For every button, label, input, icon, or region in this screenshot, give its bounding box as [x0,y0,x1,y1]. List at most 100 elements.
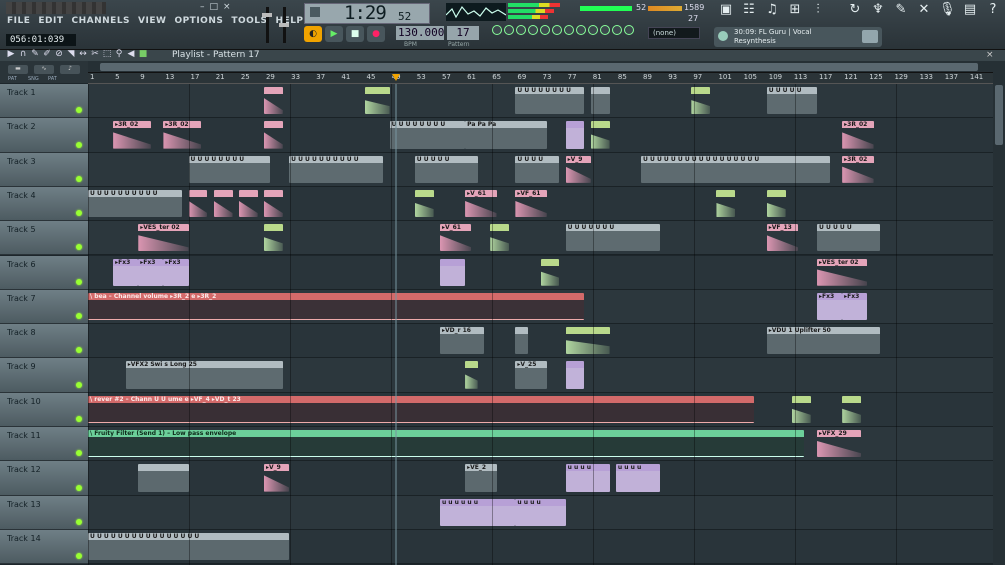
playlist-clip[interactable] [590,121,610,149]
playlist-clip[interactable]: \ Fruity Filter (Send 1) – Low pass enve… [88,430,805,458]
wait-input-icon[interactable] [504,25,514,35]
blend-notes-icon[interactable] [540,25,550,35]
menu-view[interactable]: VIEW [137,16,167,30]
playlist-clip[interactable] [716,189,736,218]
hint-screen-icon[interactable] [862,30,878,43]
metronome-icon[interactable] [492,25,502,35]
playlist-clip[interactable] [791,395,811,423]
pattern-color-icon[interactable]: ■ [138,49,148,59]
help-icon[interactable]: ? [985,2,1001,18]
track-lane[interactable]: \ bea – Channel volume ▸3R_2 e ▸3R_2 ▸Fx3… [88,289,993,325]
menu-edit[interactable]: EDIT [37,16,64,30]
playlist-clip[interactable] [490,224,510,252]
playlist-clip[interactable]: u u u u [515,498,566,526]
track-lane[interactable]: ▸VFX2 Swi s Long 25 ▸V_25 [88,358,993,393]
playlist-clip[interactable] [263,87,283,115]
track-lane[interactable]: ▸VES_ter 02 ▸V_61 U U U U U U U ▸VF_13 U U U… [88,221,993,256]
track-enable-led[interactable] [76,381,82,388]
playlist-clip[interactable] [414,189,434,218]
playlist-clip[interactable]: ▸V_9 [565,155,591,183]
zoom-icon[interactable]: ⚲ [114,49,124,59]
auto-scroll-icon[interactable] [624,25,634,35]
playlist-clip[interactable]: U U U U U U U U U U [88,189,183,218]
play-icon[interactable]: ▶ [325,26,343,42]
track-header[interactable]: Track 7 [0,289,88,325]
playlist-clip[interactable]: ▸Fx3 [842,292,868,321]
countdown-icon[interactable] [516,25,526,35]
tempo-display[interactable]: 130.000 [396,26,444,40]
track-lane[interactable]: \ Fruity Filter (Send 1) – Low pass enve… [88,427,993,462]
playlist-clip[interactable]: \ bea – Channel volume ▸3R_2 e ▸3R_2 [88,292,585,321]
track-enable-led[interactable] [76,141,82,148]
step-edit-icon[interactable] [528,25,538,35]
track-lane[interactable]: U U U U U U U U U U U U U U U U U U U U U … [88,152,993,187]
track-header[interactable]: Track 5 [0,221,88,256]
playlist-clip[interactable]: U U U U U U U U U U U U U U U U U [641,155,830,183]
playlist-clip[interactable] [766,189,786,218]
playlist-clip[interactable]: U U U U [515,155,560,183]
track-enable-led[interactable] [76,415,82,422]
playlist-clip[interactable] [565,327,610,355]
typing-keyboard-icon[interactable] [564,25,574,35]
magnet-icon[interactable]: ∩ [18,49,28,59]
track-lane[interactable]: U U U U U U U UU U U U U [88,84,993,119]
playlist-clip[interactable]: ▸VE_2 [465,464,497,492]
playlist-clip[interactable]: ▸V_61 [439,224,472,252]
playlist-clip[interactable]: ▸VF_61 [515,189,547,218]
playlist-clip[interactable]: ▸Fx3 [138,258,164,286]
playlist-clip[interactable]: ▸VDU 1 Uplifter 50 [766,327,880,355]
playlist-clip[interactable]: ▸VFX_29 [817,430,861,458]
playlist-clip[interactable]: U U U U U U U U [389,121,466,149]
playlist-clip[interactable] [213,189,233,218]
microphone-icon[interactable]: 🎙 [939,2,956,18]
track-lane[interactable]: ▸VD_r 16 ▸VDU 1 Uplifter 50 [88,324,993,359]
playlist-step-button[interactable]: ♪ [60,65,80,74]
playlist-clip[interactable] [188,189,208,218]
playlist-clip[interactable]: u u u u [565,464,610,492]
playlist-clip[interactable] [515,327,528,355]
slip-icon[interactable]: ↔ [78,49,88,59]
playlist-clip[interactable]: U U U U U U U U [188,155,271,183]
track-enable-led[interactable] [76,313,82,320]
close-button[interactable]: × [223,2,231,12]
vertical-scroll-thumb[interactable] [995,85,1003,145]
file-icon[interactable]: ▤ [962,2,978,18]
playlist-clip[interactable]: ▸Fx3 [113,258,139,286]
plugin-icon[interactable]: ♆ [870,2,886,18]
multilink-icon[interactable] [576,25,586,35]
overdub-icon[interactable] [612,25,622,35]
step-sequencer-icon[interactable]: ☷ [741,2,757,18]
playlist-clip[interactable] [465,361,478,389]
playlist-clip[interactable]: ▸VF_13 [766,224,799,252]
track-enable-led[interactable] [76,553,82,560]
menu-file[interactable]: FILE [6,16,31,30]
horizontal-scroll-thumb[interactable] [100,63,978,71]
wrench-icon[interactable]: ✎ [893,2,909,18]
playlist-clip[interactable]: ▸3R_02 [842,155,874,183]
track-lane[interactable]: \ rever #2 – Chann U U ume e ▸VF_4 ▸VD_t… [88,392,993,427]
playlist-icon[interactable]: ▣ [718,2,734,18]
loop-record-icon[interactable] [552,25,562,35]
track-header[interactable]: Track 9 [0,358,88,393]
playlist-clip[interactable]: ▸V_9 [263,464,290,492]
brush-icon[interactable]: ✐ [42,49,52,59]
playlist-view-button[interactable]: ▬ [8,65,28,74]
clock-mode-icon[interactable] [310,7,320,17]
playlist-clip[interactable] [263,224,283,252]
track-header[interactable]: Track 10 [0,392,88,427]
playlist-clip[interactable]: ▸V_61 [465,189,497,218]
mute-icon[interactable]: ◥ [66,49,76,59]
piano-roll-icon[interactable]: ♫ [764,2,780,18]
playlist-clip[interactable]: ▸Fx3 [817,292,843,321]
playlist-clip[interactable]: ▸3R_02 [842,121,874,149]
pattern-song-toggle[interactable]: ◐ [304,26,322,42]
delete-icon[interactable]: ⊘ [54,49,64,59]
track-lane[interactable]: ▸V_9 ▸VE_2 u u u u u u u u [88,461,993,496]
track-lane[interactable]: U U U U U U U U U U ▸V_61 ▸VF_61 [88,186,993,222]
playlist-clip[interactable]: U U U U U U U U [515,87,585,115]
track-enable-led[interactable] [76,107,82,114]
playlist-clip[interactable]: U U U U U [766,87,818,115]
hint-panel[interactable]: 30:09: FL Guru | Vocal Resynthesis [714,27,882,47]
playlist-clip[interactable] [263,121,283,149]
refresh-icon[interactable]: ↻ [847,2,863,18]
